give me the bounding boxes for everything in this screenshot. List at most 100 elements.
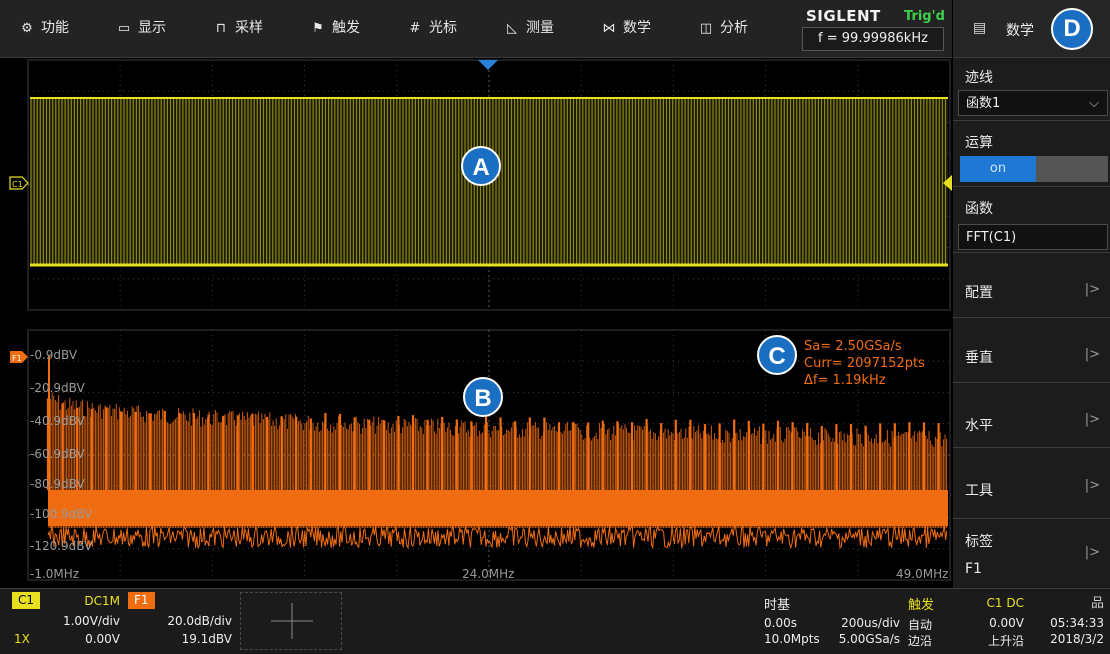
c1-probe: 1X xyxy=(14,632,30,646)
callout-a-letter: A xyxy=(472,154,489,181)
label-title: 标签 xyxy=(965,534,993,550)
frequency-counter: f = 99.99986kHz xyxy=(802,27,944,51)
vertical-label: 垂直 xyxy=(965,350,993,366)
submenu-arrow-icon: |> xyxy=(1084,347,1100,362)
plus-icon xyxy=(271,603,313,639)
flag-icon: ⚑ xyxy=(312,21,324,36)
trigger-mode: 自动 xyxy=(908,618,933,632)
callout-d: D xyxy=(1051,8,1093,50)
y-tick-label: -0.9dBV xyxy=(30,348,78,362)
top-menu-bar: ⚙ 功能 ▭ 显示 ⊓ 采样 ⚑ 触发 # 光标 ◺ 测量 ⋈ 数学 ◫ 分析 SIGLENT … xyxy=(0,0,952,58)
menu-analysis[interactable]: ◫ 分析 xyxy=(697,0,748,57)
config-item[interactable]: 配置 |> xyxy=(953,252,1110,318)
c1-scale: 1.00V/div xyxy=(62,614,120,628)
x-tick-label: -1.0MHz xyxy=(30,567,79,581)
menu-measure[interactable]: ◺ 测量 xyxy=(503,0,554,57)
trigger-status: Trig'd xyxy=(904,9,945,24)
timebase-rate: 5.00GSa/s xyxy=(838,632,900,646)
menu-acquire[interactable]: ⊓ 采样 xyxy=(212,0,263,57)
menu-label: 测量 xyxy=(526,20,554,36)
side-menu-header: ▤ 数学 D xyxy=(953,0,1110,57)
submenu-arrow-icon: |> xyxy=(1084,478,1100,493)
c1-channel-marker[interactable]: C1 xyxy=(9,176,29,190)
vertical-item[interactable]: 垂直 |> xyxy=(953,317,1110,383)
toggle-off xyxy=(1036,156,1108,182)
trace-section: 迹线 函数1 ⌵ xyxy=(953,57,1110,121)
add-channel-button[interactable] xyxy=(240,592,342,650)
timebase-delay: 0.00s xyxy=(764,616,797,630)
menu-cursors[interactable]: # 光标 xyxy=(406,0,457,57)
math-side-menu: ▤ 数学 D 迹线 函数1 ⌵ 运算 on 函数 FFT(C1) 配置 |> 垂… xyxy=(953,0,1110,588)
fft-points: Curr= 2097152pts xyxy=(804,356,925,371)
menu-label: 光标 xyxy=(429,20,457,36)
measure-icon: ◺ xyxy=(507,21,517,36)
display-icon: ▭ xyxy=(117,21,131,36)
menu-label: 分析 xyxy=(720,20,748,36)
menu-utility[interactable]: ⚙ 功能 xyxy=(18,0,69,57)
waveform-display[interactable]: C1 F1 -0.9dBV -20.9dBV -40.9dBV -60.9dBV… xyxy=(0,58,952,586)
trace-value: 函数1 xyxy=(966,96,1001,111)
f1-channel-marker[interactable]: F1 xyxy=(10,351,28,363)
y-tick-label: -40.9dBV xyxy=(30,414,86,428)
menu-trigger[interactable]: ⚑ 触发 xyxy=(309,0,360,57)
gear-icon: ⚙ xyxy=(21,21,33,36)
trace-select[interactable]: 函数1 ⌵ xyxy=(958,90,1108,116)
x-tick-label: 24.0MHz xyxy=(462,567,514,581)
tools-item[interactable]: 工具 |> xyxy=(953,447,1110,519)
trace-label: 迹线 xyxy=(965,70,993,86)
timebase-memory: 10.0Mpts xyxy=(764,632,820,646)
network-icon: 品 xyxy=(1090,596,1104,611)
y-tick-label: -100.9dBV xyxy=(30,507,93,521)
c1-status-box[interactable]: C1 DC1M 1.00V/div 1X 0.00V xyxy=(10,592,122,650)
y-tick-label: -60.9dBV xyxy=(30,447,86,461)
chevron-down-icon: ⌵ xyxy=(1089,96,1099,111)
trigger-title: 触发 xyxy=(908,598,935,613)
menu-math[interactable]: ⋈ 数学 xyxy=(600,0,652,57)
trigger-source: C1 DC xyxy=(986,596,1024,610)
submenu-arrow-icon: |> xyxy=(1084,412,1100,427)
brand-status-box: SIGLENT Trig'd f = 99.99986kHz xyxy=(798,5,948,51)
function-section: 函数 FFT(C1) xyxy=(953,186,1110,253)
menu-label: 采样 xyxy=(235,20,263,36)
menu-label: 显示 xyxy=(138,20,166,36)
callout-c-letter: C xyxy=(768,343,785,370)
clock-box: 品 05:34:33 2018/3/2 xyxy=(1036,592,1106,650)
trigger-slope: 上升沿 xyxy=(987,634,1024,648)
trigger-position-marker[interactable] xyxy=(478,60,498,70)
callout-a: A xyxy=(461,146,501,186)
callout-c: C xyxy=(757,335,797,375)
callout-b-letter: B xyxy=(474,385,491,412)
analysis-icon: ◫ xyxy=(699,21,713,36)
function-field[interactable]: FFT(C1) xyxy=(958,224,1108,250)
f1-offset: 19.1dBV xyxy=(181,632,232,646)
label-item[interactable]: 标签 F1 |> xyxy=(953,518,1110,589)
c1-coupling: DC1M xyxy=(84,594,120,608)
y-tick-label: -80.9dBV xyxy=(30,477,86,491)
horizontal-item[interactable]: 水平 |> xyxy=(953,382,1110,448)
menu-label: 功能 xyxy=(41,20,69,36)
timebase-scale: 200us/div xyxy=(841,616,900,630)
f1-status-box[interactable]: F1 20.0dB/div 19.1dBV xyxy=(128,592,236,650)
document-icon: ▤ xyxy=(973,20,987,36)
trigger-box[interactable]: 触发 C1 DC 自动 0.00V 边沿 上升沿 xyxy=(906,592,1030,650)
trigger-level: 0.00V xyxy=(989,616,1024,630)
timebase-box[interactable]: 时基 0.00s 200us/div 10.0Mpts 5.00GSa/s xyxy=(760,592,902,650)
menu-display[interactable]: ▭ 显示 xyxy=(115,0,166,57)
f1-tag: F1 xyxy=(128,592,155,609)
math-icon: ⋈ xyxy=(602,21,616,36)
y-tick-label: -20.9dBV xyxy=(30,381,86,395)
horizontal-label: 水平 xyxy=(965,418,993,434)
c1-tag: C1 xyxy=(12,592,41,609)
fft-info-readout: Sa= 2.50GSa/s Curr= 2097152pts Δf= 1.19k… xyxy=(804,339,925,388)
operation-toggle[interactable]: on xyxy=(960,156,1108,182)
trigger-type: 边沿 xyxy=(908,634,933,648)
timebase-title: 时基 xyxy=(764,598,791,613)
c1-offset: 0.00V xyxy=(85,632,120,646)
menu-label: 数学 xyxy=(623,20,651,36)
clock-date: 2018/3/2 xyxy=(1050,632,1104,646)
cursor-icon: # xyxy=(409,21,421,36)
menu-label: 触发 xyxy=(332,20,360,36)
y-tick-label: -120.9dBV xyxy=(30,539,93,553)
f1-scale: 20.0dB/div xyxy=(167,614,232,628)
function-label: 函数 xyxy=(965,201,993,217)
